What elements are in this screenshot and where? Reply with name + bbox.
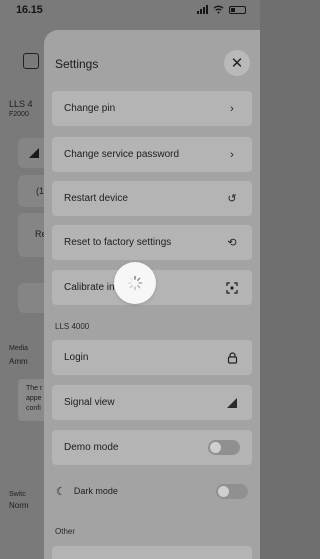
signal-view-label: Signal view	[64, 397, 115, 408]
media-label: Media	[9, 345, 29, 352]
exit-icon	[23, 53, 39, 69]
reset-factory-row[interactable]: Reset to factory settings ⟲	[52, 225, 252, 260]
warning-line-2: appe	[26, 395, 42, 402]
reset-factory-label: Reset to factory settings	[64, 237, 172, 248]
media-value: Amm	[9, 357, 28, 366]
close-icon: ✕	[230, 55, 244, 72]
battery-icon	[229, 5, 246, 14]
status-icons	[197, 5, 246, 14]
login-row[interactable]: Login	[52, 340, 252, 375]
switch-label: Switc	[9, 491, 26, 498]
change-pin-row[interactable]: Change pin ›	[52, 91, 252, 126]
restart-device-label: Restart device	[64, 193, 128, 204]
loading-spinner	[114, 262, 156, 304]
chevron-right-icon: ›	[230, 102, 234, 115]
chevron-right-icon: ›	[230, 148, 234, 161]
close-button[interactable]: ✕	[224, 50, 250, 76]
change-service-password-label: Change service password	[64, 149, 180, 160]
restart-device-row[interactable]: Restart device ↺	[52, 181, 252, 216]
dark-mode-label: Dark mode	[73, 486, 118, 496]
device-serial: F2000	[9, 111, 29, 118]
temp-value: (1	[36, 186, 45, 196]
switch-value: Norm	[9, 501, 29, 510]
scan-icon	[224, 280, 240, 296]
dark-mode-row[interactable]: ☾ Dark mode	[52, 476, 252, 506]
moon-icon: ☾	[56, 485, 66, 498]
reset-icon: ⟲	[227, 237, 237, 249]
login-label: Login	[64, 352, 89, 363]
warning-line-1: The r	[26, 385, 43, 392]
wifi-icon	[213, 5, 224, 14]
section-lls-4000: LLS 4000	[55, 322, 90, 331]
warning-line-3: confi	[26, 405, 41, 412]
other-row-partial[interactable]	[52, 546, 252, 559]
restart-icon: ↺	[227, 193, 237, 205]
sheet-title: Settings	[55, 57, 99, 71]
status-bar: 16.15	[0, 0, 260, 22]
signal-icon	[29, 148, 39, 158]
change-pin-label: Change pin	[64, 103, 116, 114]
demo-mode-toggle[interactable]	[208, 440, 240, 455]
change-service-password-row[interactable]: Change service password ›	[52, 137, 252, 172]
demo-mode-label: Demo mode	[64, 442, 119, 453]
signal-view-row[interactable]: Signal view	[52, 385, 252, 420]
signal-icon	[224, 395, 240, 411]
status-time: 16.15	[16, 4, 43, 16]
cellular-icon	[197, 5, 208, 14]
section-other: Other	[55, 527, 76, 536]
lock-icon	[224, 350, 240, 366]
spinner-icon	[127, 275, 143, 291]
demo-mode-row[interactable]: Demo mode	[52, 430, 252, 465]
device-name: LLS 4	[9, 99, 33, 109]
dark-mode-toggle[interactable]	[216, 483, 248, 499]
